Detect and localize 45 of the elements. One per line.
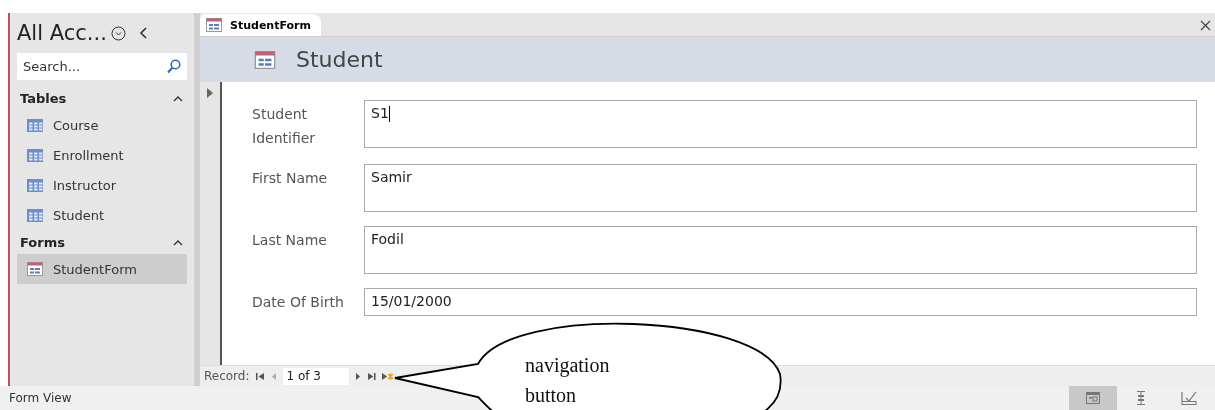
form-title: Student <box>296 47 383 72</box>
text-field[interactable]: Fodil <box>364 226 1197 274</box>
document-tab[interactable]: StudentForm <box>200 14 321 36</box>
layout-view-icon <box>1135 391 1147 405</box>
callout-text: navigation button <box>525 353 611 408</box>
nav-item[interactable]: Student <box>17 200 187 230</box>
field-label: Date Of Birth <box>252 293 345 312</box>
field-label: First Name <box>252 169 329 188</box>
chevron-up-icon[interactable] <box>173 238 183 246</box>
form-icon <box>254 50 276 69</box>
record-selector-icon[interactable] <box>207 88 213 98</box>
group-header[interactable]: Tables <box>20 90 67 106</box>
text-field[interactable]: S1 <box>364 100 1197 148</box>
collapse-icon[interactable] <box>137 26 150 40</box>
table-icon <box>27 118 43 132</box>
first-record-icon[interactable] <box>255 371 265 381</box>
search-field[interactable]: Search... <box>17 53 187 80</box>
view-button[interactable] <box>1069 386 1117 410</box>
nav-item[interactable]: Instructor <box>17 170 187 200</box>
record-label: Record: <box>204 369 250 383</box>
group-header[interactable]: Forms <box>20 234 65 250</box>
search-icon[interactable] <box>167 59 181 74</box>
dropdown-icon[interactable] <box>110 25 126 41</box>
record-position-field[interactable]: 1 of 3 <box>282 367 349 385</box>
status-text: Form View <box>9 391 72 405</box>
new-record-icon[interactable] <box>381 371 394 381</box>
field-label: Last Name <box>252 231 328 250</box>
table-icon <box>27 148 43 162</box>
close-icon[interactable] <box>1200 20 1211 31</box>
form-icon <box>27 262 43 276</box>
nav-pane-title: All Acc... <box>17 21 107 45</box>
form-icon <box>206 18 222 32</box>
next-record-icon[interactable] <box>354 371 361 381</box>
table-icon <box>27 208 43 222</box>
nav-item[interactable]: Course <box>17 110 187 140</box>
design-view-icon <box>1181 391 1197 405</box>
last-record-icon[interactable] <box>366 371 376 381</box>
chevron-up-icon[interactable] <box>173 94 183 102</box>
field-label: Student Identifier <box>252 105 317 148</box>
nav-item[interactable]: StudentForm <box>17 254 187 284</box>
text-field[interactable]: Samir <box>364 164 1197 212</box>
text-field[interactable]: 15/01/2000 <box>364 288 1197 316</box>
form-view-icon <box>1086 392 1100 404</box>
table-icon <box>27 178 43 192</box>
nav-item[interactable]: Enrollment <box>17 140 187 170</box>
